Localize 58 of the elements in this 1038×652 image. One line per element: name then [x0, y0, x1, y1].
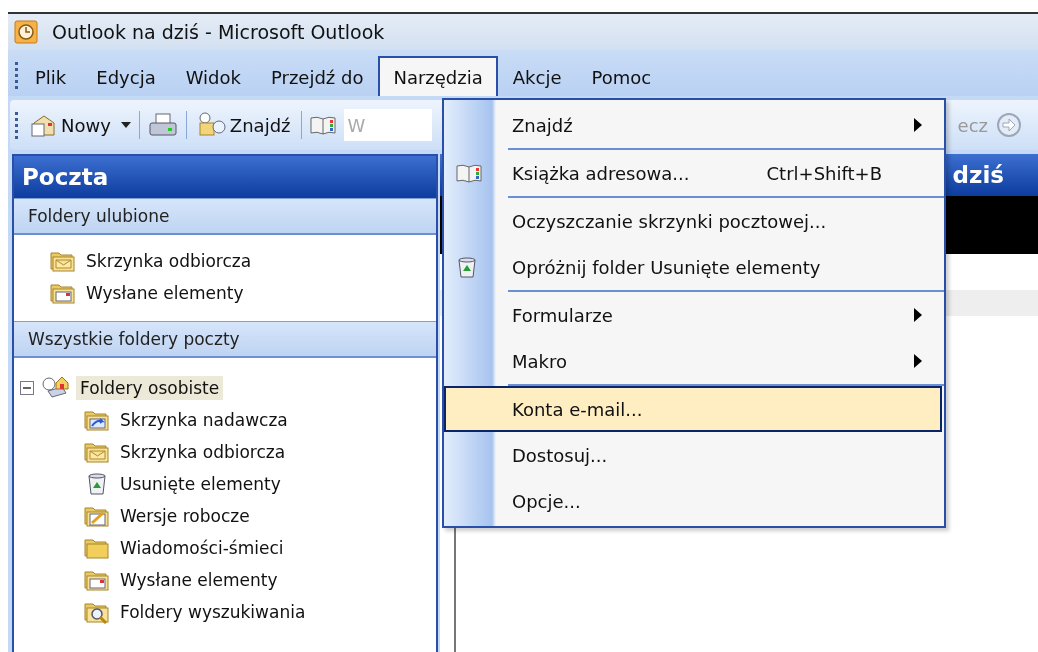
- trash-icon: [456, 256, 478, 278]
- find-button[interactable]: Znajdź: [194, 110, 293, 140]
- section-header[interactable]: Foldery ulubione: [14, 198, 436, 235]
- folder-label[interactable]: Wiadomości-śmieci: [116, 536, 288, 560]
- folder-label[interactable]: Skrzynka odbiorcza: [82, 249, 256, 273]
- menu-item[interactable]: Formularze: [444, 292, 942, 338]
- menu-item[interactable]: Dostosuj...: [444, 432, 942, 478]
- folder-icon: [84, 536, 110, 560]
- menu-title[interactable]: Narzędzia: [378, 56, 498, 96]
- menu-title[interactable]: Pomoc: [576, 56, 667, 96]
- folder-icon: [84, 408, 110, 432]
- folder-icon: [50, 281, 76, 305]
- folder-label[interactable]: Wysłane elementy: [116, 568, 282, 592]
- folder-label[interactable]: Wysłane elementy: [82, 281, 248, 305]
- printer-icon[interactable]: [147, 112, 178, 138]
- menu-item[interactable]: Opcje...: [444, 478, 942, 524]
- folder-label[interactable]: Skrzynka odbiorcza: [116, 440, 290, 464]
- caret-icon[interactable]: [120, 122, 131, 128]
- menu-item[interactable]: Oczyszczanie skrzynki pocztowej...: [444, 198, 942, 244]
- folder-label[interactable]: Skrzynka nadawcza: [116, 408, 292, 432]
- folder-icon: [50, 249, 76, 273]
- folder-label[interactable]: Usunięte elementy: [116, 472, 285, 496]
- submenu-arrow-icon: [914, 354, 922, 368]
- window-title: Outlook na dziś - Microsoft Outlook: [52, 21, 385, 43]
- submenu-arrow-icon: [914, 308, 922, 322]
- section-header[interactable]: Wszystkie foldery poczty: [14, 321, 436, 358]
- new-mail-icon: [30, 113, 58, 137]
- book-icon: [309, 115, 336, 135]
- menu-title[interactable]: Plik: [20, 56, 82, 96]
- collapse-icon[interactable]: [20, 381, 34, 395]
- clock-icon: [14, 20, 38, 44]
- folder-icon: [84, 600, 110, 624]
- book-icon: [456, 163, 482, 183]
- submenu-arrow-icon: [914, 118, 922, 132]
- folder-label[interactable]: Foldery wyszukiwania: [116, 600, 310, 624]
- search-field[interactable]: W: [343, 109, 432, 141]
- menu-title[interactable]: Przejdź do: [255, 56, 379, 96]
- address-book-button[interactable]: [309, 115, 336, 135]
- new-button[interactable]: Nowy: [28, 111, 113, 139]
- folder-icon: [84, 568, 110, 592]
- menu-item[interactable]: Znajdź: [444, 102, 942, 148]
- menu-item[interactable]: Opróżnij folder Usunięte elementy: [444, 244, 942, 290]
- arrow-right-icon[interactable]: [996, 112, 1022, 138]
- folder-icon: [84, 440, 110, 464]
- grip-icon[interactable]: [14, 60, 20, 90]
- toolbar-label: ecz: [957, 114, 988, 136]
- folder-label[interactable]: Wersje robocze: [116, 504, 254, 528]
- menu-title[interactable]: Edycja: [81, 56, 171, 96]
- grip-icon[interactable]: [14, 110, 20, 140]
- find-icon: [196, 112, 227, 138]
- home-folder-icon: [40, 375, 70, 401]
- menu-item[interactable]: Konta e-mail...: [444, 386, 942, 432]
- folder-label[interactable]: Foldery osobiste: [76, 376, 224, 400]
- menu-title[interactable]: Widok: [170, 56, 256, 96]
- menu-title[interactable]: Akcje: [497, 56, 577, 96]
- menu-item[interactable]: Makro: [444, 338, 942, 384]
- pane-title: Poczta: [14, 156, 436, 198]
- folder-icon: [84, 504, 110, 528]
